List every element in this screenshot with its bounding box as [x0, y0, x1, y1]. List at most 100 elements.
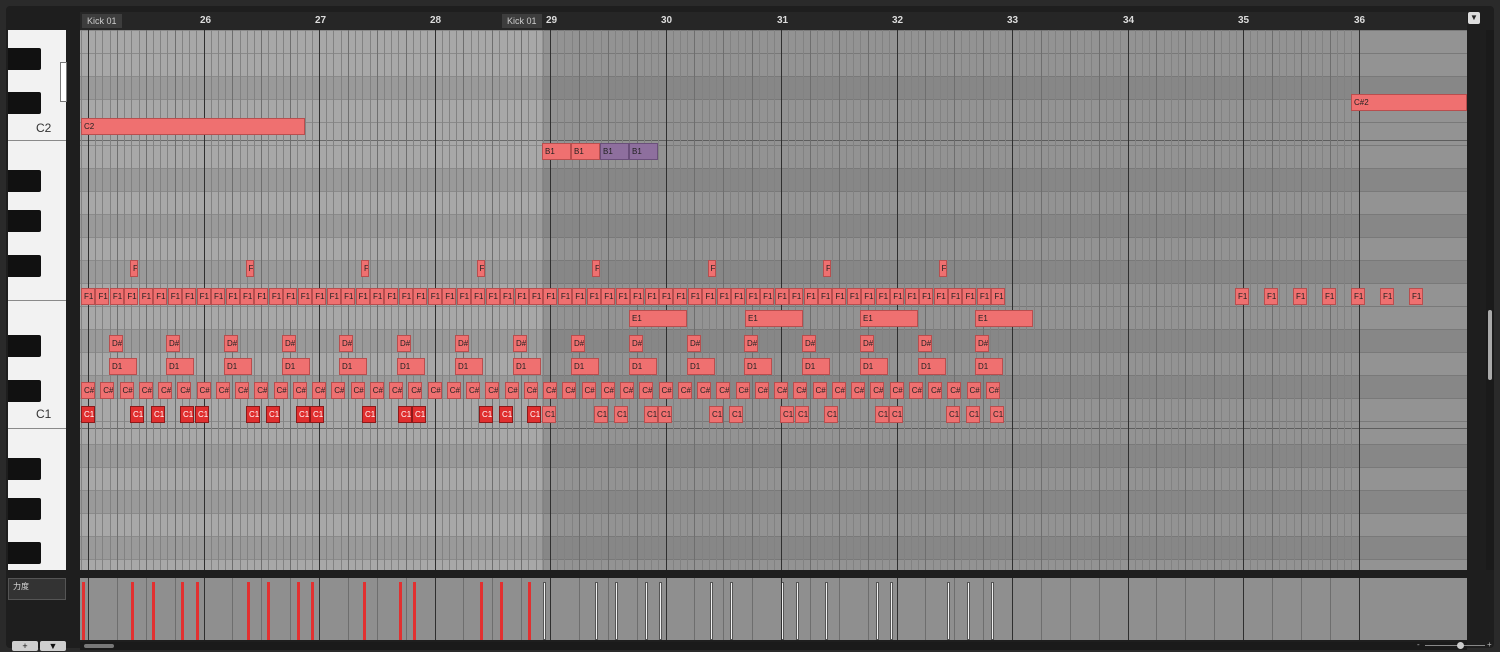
midi-note[interactable]: E1 — [975, 310, 1033, 327]
dropdown-triangle-icon[interactable]: ▼ — [1468, 12, 1480, 24]
midi-note[interactable]: C1 — [946, 406, 960, 423]
zoom-slider[interactable]: - + — [1417, 640, 1492, 650]
velocity-bar[interactable] — [181, 582, 184, 640]
midi-note[interactable]: D# — [802, 335, 816, 352]
midi-note[interactable]: C# — [350, 382, 365, 399]
velocity-bar[interactable] — [730, 582, 733, 640]
zoom-in-icon[interactable]: + — [1487, 640, 1492, 649]
midi-note[interactable]: C# — [196, 382, 211, 399]
midi-note[interactable]: F1 — [702, 288, 717, 305]
midi-note[interactable]: C# — [427, 382, 442, 399]
midi-note[interactable]: F1 — [124, 288, 139, 305]
midi-note[interactable]: C1 — [246, 406, 260, 423]
piano-black-key[interactable] — [8, 48, 41, 70]
zoom-track[interactable] — [1425, 645, 1485, 646]
midi-note[interactable]: F1 — [167, 288, 182, 305]
midi-note[interactable]: C# — [254, 382, 269, 399]
midi-note[interactable]: C1 — [195, 406, 209, 423]
midi-note[interactable]: D1 — [744, 358, 772, 375]
midi-note[interactable]: D1 — [687, 358, 715, 375]
midi-note[interactable]: C1 — [658, 406, 672, 423]
midi-note[interactable]: F1 — [846, 288, 861, 305]
piano-black-key[interactable] — [8, 458, 41, 480]
midi-note[interactable]: C# — [273, 382, 288, 399]
midi-note[interactable]: D1 — [282, 358, 310, 375]
midi-note[interactable]: C# — [408, 382, 423, 399]
velocity-bar[interactable] — [890, 582, 893, 640]
midi-note[interactable]: F1 — [182, 288, 197, 305]
midi-note[interactable]: F — [707, 260, 716, 277]
piano-black-key[interactable] — [8, 210, 41, 232]
midi-note[interactable]: C1 — [81, 406, 95, 423]
midi-note[interactable]: C# — [523, 382, 538, 399]
velocity-bar[interactable] — [645, 582, 648, 640]
midi-note[interactable]: C# — [485, 382, 500, 399]
midi-note[interactable]: B1 — [629, 143, 658, 160]
marker-kick-01-start[interactable]: Kick 01 — [82, 14, 122, 28]
midi-note[interactable]: D1 — [397, 358, 425, 375]
midi-note[interactable]: F1 — [326, 288, 341, 305]
velocity-bar[interactable] — [710, 582, 713, 640]
midi-note[interactable]: C# — [793, 382, 808, 399]
midi-note[interactable]: D1 — [513, 358, 541, 375]
midi-note[interactable]: C# — [581, 382, 596, 399]
velocity-bar[interactable] — [247, 582, 250, 640]
midi-note[interactable]: D1 — [975, 358, 1003, 375]
midi-note[interactable]: F1 — [933, 288, 948, 305]
midi-note[interactable]: C# — [389, 382, 403, 399]
midi-note[interactable]: C#2 — [1351, 94, 1467, 111]
midi-note[interactable]: F1 — [427, 288, 442, 305]
midi-note[interactable]: F1 — [875, 288, 890, 305]
midi-note[interactable]: D# — [224, 335, 238, 352]
midi-note[interactable]: F1 — [687, 288, 702, 305]
midi-note[interactable]: C# — [908, 382, 923, 399]
midi-note[interactable]: F1 — [976, 288, 991, 305]
midi-note[interactable]: F — [245, 260, 254, 277]
midi-note[interactable]: C1 — [180, 406, 194, 423]
midi-note[interactable]: F — [823, 260, 831, 277]
midi-note[interactable]: C# — [889, 382, 904, 399]
midi-note[interactable]: F1 — [254, 288, 269, 305]
velocity-bar[interactable] — [991, 582, 994, 640]
midi-note[interactable]: C# — [812, 382, 827, 399]
midi-note[interactable]: F1 — [817, 288, 832, 305]
midi-note[interactable]: C# — [504, 382, 519, 399]
horizontal-scrollbar[interactable] — [80, 642, 1467, 650]
midi-note[interactable]: C1 — [614, 406, 628, 423]
midi-note[interactable]: F1 — [283, 288, 298, 305]
midi-note[interactable]: D1 — [918, 358, 946, 375]
midi-note[interactable]: F1 — [312, 288, 327, 305]
midi-note[interactable]: C# — [331, 382, 346, 399]
midi-note[interactable]: F1 — [1322, 288, 1336, 305]
midi-note[interactable]: D# — [975, 335, 989, 352]
midi-note[interactable]: C# — [774, 382, 788, 399]
midi-note[interactable]: D# — [109, 335, 123, 352]
midi-note[interactable]: F1 — [601, 288, 616, 305]
midi-note[interactable]: F — [476, 260, 485, 277]
zoom-out-icon[interactable]: - — [1417, 640, 1420, 649]
midi-note[interactable]: F1 — [384, 288, 399, 305]
velocity-bar[interactable] — [500, 582, 503, 640]
piano-black-key[interactable] — [8, 92, 41, 114]
midi-note[interactable]: D1 — [802, 358, 830, 375]
midi-note[interactable]: F1 — [774, 288, 789, 305]
midi-note[interactable]: F1 — [225, 288, 240, 305]
timeline-ruler[interactable]: Kick 01 Kick 01 26 27 28 29 30 31 32 33 … — [80, 12, 1480, 31]
midi-note[interactable]: C1 — [889, 406, 903, 423]
velocity-bar[interactable] — [615, 582, 618, 640]
midi-note[interactable]: C# — [697, 382, 711, 399]
midi-note[interactable]: C# — [81, 382, 95, 399]
midi-note[interactable]: F1 — [442, 288, 457, 305]
midi-note[interactable]: C# — [620, 382, 634, 399]
midi-note[interactable]: C2 — [81, 118, 305, 135]
velocity-bar[interactable] — [363, 582, 366, 640]
midi-note[interactable]: C1 — [527, 406, 541, 423]
piano-black-key[interactable] — [8, 255, 41, 277]
midi-note[interactable]: C1 — [362, 406, 376, 423]
midi-note[interactable]: F1 — [572, 288, 587, 305]
midi-note[interactable]: C1 — [966, 406, 980, 423]
velocity-lane[interactable] — [80, 578, 1467, 640]
midi-note[interactable]: F1 — [673, 288, 688, 305]
velocity-bar[interactable] — [528, 582, 531, 640]
velocity-bar[interactable] — [595, 582, 598, 640]
